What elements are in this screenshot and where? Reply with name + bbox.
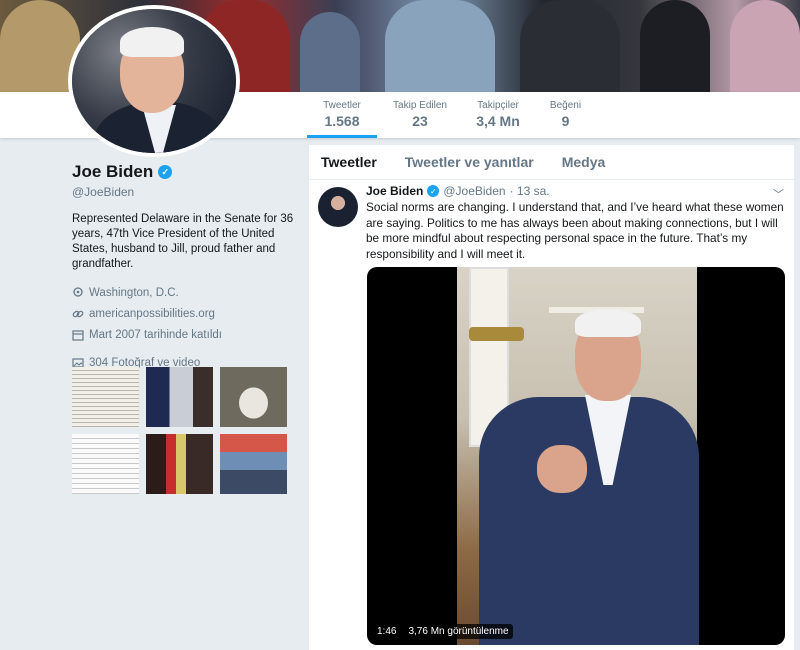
tweet-video[interactable]: 1:46 3,76 Mn görüntülenme xyxy=(367,267,785,645)
profile-website-link[interactable]: americanpossibilities.org xyxy=(89,308,215,320)
photo-thumb-document[interactable] xyxy=(72,434,139,494)
nav-tweets-count: 1.568 xyxy=(324,113,360,129)
tab-tweets-replies[interactable]: Tweetler ve yanıtlar xyxy=(405,154,534,170)
tweet-text: Social norms are changing. I understand … xyxy=(366,200,784,261)
nav-tweets[interactable]: Tweetler 1.568 xyxy=(307,92,377,138)
nav-followers-label: Takipçiler xyxy=(477,100,519,111)
location-pin-icon xyxy=(73,286,83,297)
timeline-tabs: Tweetler Tweetler ve yanıtlar Medya xyxy=(309,145,794,180)
tweet[interactable]: Joe Biden ✓ @JoeBiden · 13 sa. ﹀ Social … xyxy=(309,180,794,650)
profile-name-row: Joe Biden ✓ xyxy=(72,162,297,182)
nav-following-label: Takip Edilen xyxy=(393,100,447,111)
profile-meta: Washington, D.C. americanpossibilities.o… xyxy=(72,282,297,345)
profile-location-text: Washington, D.C. xyxy=(89,286,179,299)
tweet-header: Joe Biden ✓ @JoeBiden · 13 sa. xyxy=(366,184,550,198)
nav-likes[interactable]: Beğeni 9 xyxy=(538,92,593,138)
nav-following[interactable]: Takip Edilen 23 xyxy=(385,92,455,138)
photo-thumb-crowd[interactable] xyxy=(220,434,287,494)
video-views: 3,76 Mn görüntülenme xyxy=(404,624,513,639)
photo-thumb-couple[interactable] xyxy=(146,367,213,427)
nav-followers[interactable]: Takipçiler 3,4 Mn xyxy=(463,92,533,138)
nav-following-count: 23 xyxy=(412,113,428,129)
nav-likes-count: 9 xyxy=(561,113,570,129)
tab-tweets[interactable]: Tweetler xyxy=(321,154,377,170)
nav-tweets-label: Tweetler xyxy=(323,100,361,111)
verified-badge-icon: ✓ xyxy=(158,165,173,179)
profile-card: Joe Biden ✓ @JoeBiden Represented Delawa… xyxy=(72,162,297,494)
profile-website: americanpossibilities.org xyxy=(72,303,297,324)
profile-name[interactable]: Joe Biden xyxy=(72,162,153,182)
profile-avatar[interactable] xyxy=(68,5,240,157)
link-icon xyxy=(72,310,84,317)
tweet-author-handle[interactable]: @JoeBiden xyxy=(443,184,505,198)
calendar-icon xyxy=(72,329,84,341)
timeline: Tweetler Tweetler ve yanıtlar Medya Joe … xyxy=(309,145,794,650)
photo-thumb-event[interactable] xyxy=(146,434,213,494)
profile-joined-text: Mart 2007 tarihinde katıldı xyxy=(89,328,222,341)
photo-thumb-book[interactable] xyxy=(72,367,139,427)
tweet-author-name[interactable]: Joe Biden xyxy=(366,184,423,198)
tweet-avatar[interactable] xyxy=(318,187,358,227)
tweet-time[interactable]: · 13 sa. xyxy=(510,184,550,198)
profile-handle[interactable]: @JoeBiden xyxy=(72,185,297,199)
verified-badge-icon: ✓ xyxy=(427,185,440,197)
video-duration: 1:46 xyxy=(373,624,401,639)
profile-location: Washington, D.C. xyxy=(72,282,297,303)
profile-joined: Mart 2007 tarihinde katıldı xyxy=(72,324,297,345)
tab-media[interactable]: Medya xyxy=(562,154,606,170)
nav-likes-label: Beğeni xyxy=(549,100,582,111)
profile-bio: Represented Delaware in the Senate for 3… xyxy=(72,213,294,270)
nav-followers-count: 3,4 Mn xyxy=(476,113,520,129)
video-badges: 1:46 3,76 Mn görüntülenme xyxy=(373,624,513,639)
photo-thumb-bracelet[interactable] xyxy=(220,367,287,427)
